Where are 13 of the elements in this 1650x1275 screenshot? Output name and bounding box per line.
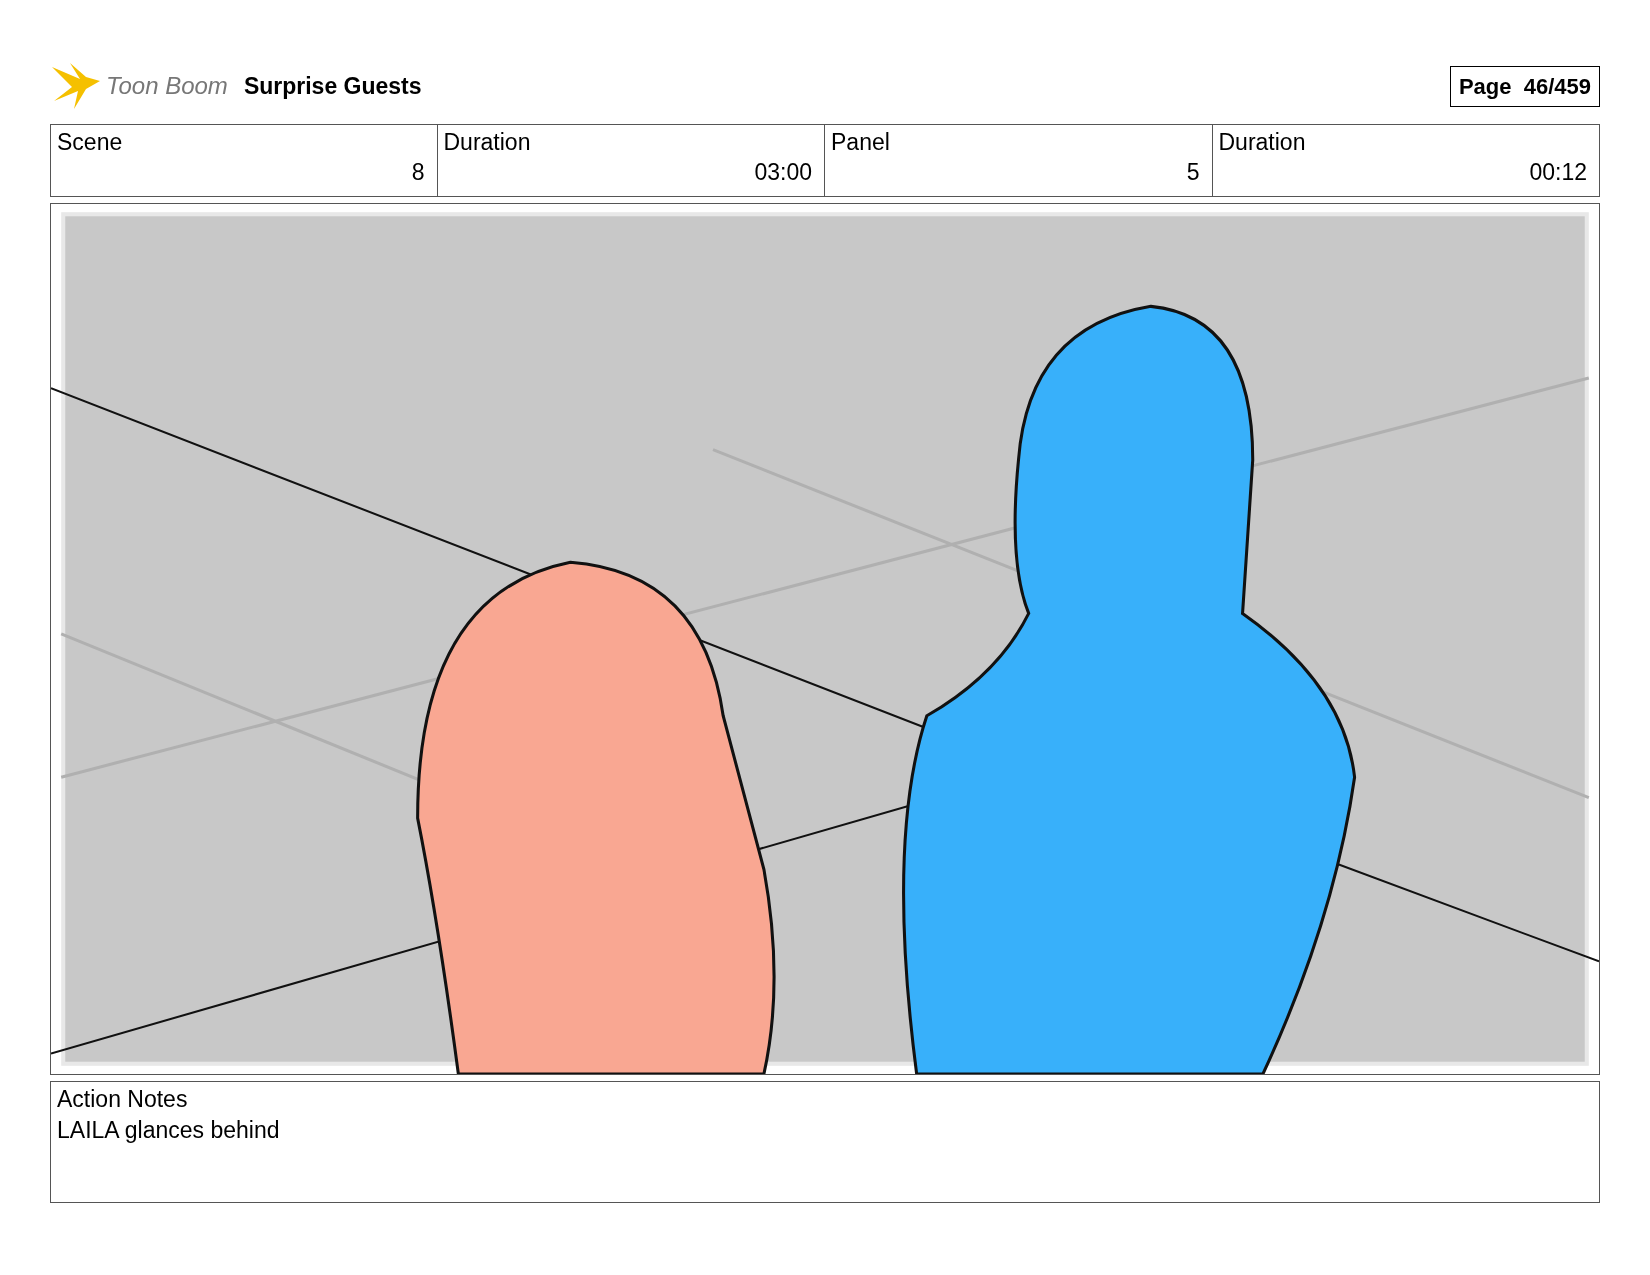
column-header: Panel	[831, 128, 890, 157]
column-header: Duration	[1218, 128, 1306, 157]
column-header: Scene	[57, 128, 123, 157]
logo-text: Toon Boom	[106, 71, 228, 101]
notes-text: LAILA glances behind	[57, 1116, 281, 1145]
table-cell-text: 00:12	[1529, 158, 1587, 187]
notes-label: Action Notes	[57, 1085, 189, 1114]
column-header: Duration	[443, 128, 531, 157]
table-cell-text: 03:00	[754, 158, 812, 187]
storyboard-title: Surprise Guests	[243, 71, 422, 101]
table-cell-text: 8	[411, 158, 425, 187]
table-cell-text: 5	[1186, 158, 1200, 187]
page-number: Page 46/459	[1449, 65, 1600, 107]
